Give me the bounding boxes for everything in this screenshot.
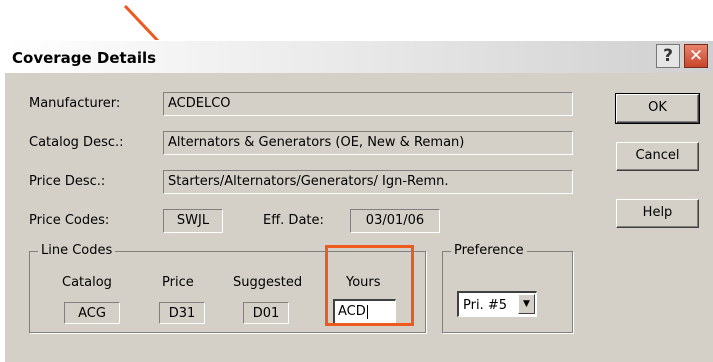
chevron-down-icon[interactable]: ▼: [518, 294, 535, 314]
line-codes-legend: Line Codes: [38, 243, 116, 258]
eff-date-field: 03/01/06: [350, 209, 440, 233]
catalog-desc-label: Catalog Desc.:: [29, 135, 124, 150]
suggested-column-label: Suggested: [233, 275, 303, 290]
cancel-button[interactable]: Cancel: [616, 142, 699, 171]
preference-select[interactable]: Pri. #5 ▼: [457, 291, 537, 317]
window-title: Coverage Details: [12, 49, 157, 67]
eff-date-label: Eff. Date:: [263, 213, 324, 228]
manufacturer-field: ACDELCO: [163, 92, 573, 116]
help-button[interactable]: Help: [616, 199, 699, 228]
price-column-label: Price: [162, 275, 194, 290]
preference-legend: Preference: [451, 243, 527, 258]
catalog-desc-field: Alternators & Generators (OE, New & Rema…: [163, 131, 573, 155]
price-codes-field: SWJL: [163, 209, 223, 233]
manufacturer-label: Manufacturer:: [29, 96, 121, 111]
price-desc-field: Starters/Alternators/Generators/ Ign-Rem…: [163, 170, 573, 194]
price-codes-label: Price Codes:: [29, 213, 110, 228]
title-bar: Coverage Details ? ✕: [5, 41, 713, 73]
catalog-code-field: ACG: [64, 302, 120, 324]
ok-button[interactable]: OK: [615, 93, 700, 124]
preference-group: Preference Pri. #5 ▼: [442, 243, 573, 333]
close-icon[interactable]: ✕: [684, 44, 708, 68]
annotation-highlight-box: [325, 245, 414, 326]
preference-selected-value: Pri. #5: [463, 298, 507, 313]
catalog-column-label: Catalog: [62, 275, 112, 290]
suggested-code-field: D01: [243, 302, 289, 324]
price-desc-label: Price Desc.:: [29, 174, 106, 189]
price-code-field: D31: [159, 302, 205, 324]
help-icon[interactable]: ?: [656, 44, 680, 68]
